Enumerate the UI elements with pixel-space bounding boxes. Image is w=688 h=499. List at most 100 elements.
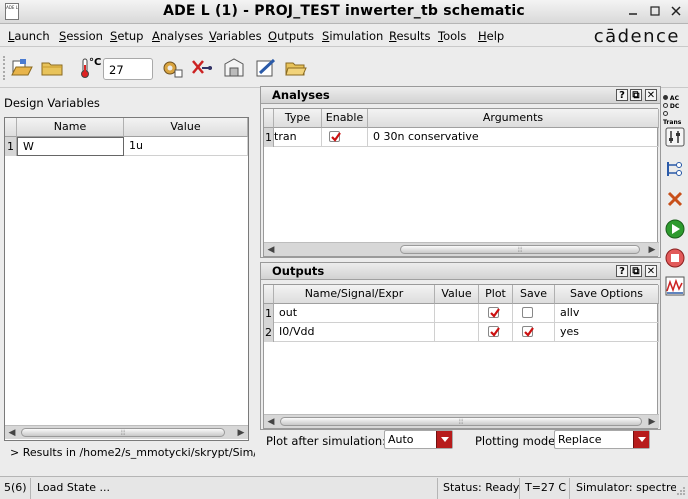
edit-icon[interactable] <box>254 57 278 79</box>
output-name-cell[interactable]: out <box>274 304 435 323</box>
help-icon[interactable]: ? <box>616 89 628 101</box>
load-state-icon[interactable] <box>40 57 64 79</box>
save-checkbox[interactable] <box>522 326 534 337</box>
chevron-down-icon[interactable] <box>633 431 649 448</box>
stop-simulation-icon[interactable] <box>665 248 685 268</box>
row-number[interactable]: 1 <box>264 304 274 323</box>
plot-checkbox[interactable] <box>488 326 500 337</box>
table-corner <box>264 285 274 304</box>
column-header-plot[interactable]: Plot <box>479 285 513 304</box>
analyses-scrollbar[interactable]: ◀ ⦙⦙⦙ ▶ <box>264 242 659 256</box>
toolbar: °C 27 <box>0 48 688 88</box>
netlist-icon[interactable] <box>665 159 685 179</box>
scroll-left-icon[interactable]: ◀ <box>264 416 278 428</box>
column-header-type[interactable]: Type <box>274 109 322 128</box>
output-plot-cell[interactable] <box>479 304 513 323</box>
output-name-cell[interactable]: I0/Vdd <box>274 323 435 342</box>
outputs-table[interactable]: Name/Signal/Expr Value Plot Save Save Op… <box>263 284 659 429</box>
variable-name-cell[interactable]: W <box>17 137 124 156</box>
menu-variables[interactable]: Variables <box>209 29 262 43</box>
outputs-title-bar[interactable]: Outputs ? ⧉ ✕ <box>261 263 660 280</box>
output-save-options-cell[interactable]: yes <box>555 323 659 342</box>
column-header-value[interactable]: Value <box>124 118 248 137</box>
column-header-name[interactable]: Name/Signal/Expr <box>274 285 435 304</box>
output-save-cell[interactable] <box>513 323 555 342</box>
help-icon[interactable]: ? <box>616 265 628 277</box>
menu-setup[interactable]: Setup <box>110 29 144 43</box>
scrollbar-thumb[interactable]: ⦙⦙⦙ <box>280 417 642 426</box>
tune-icon[interactable] <box>665 127 685 147</box>
scroll-right-icon[interactable]: ▶ <box>234 427 248 439</box>
enable-checkbox[interactable] <box>329 131 341 142</box>
open-folder-icon[interactable] <box>284 57 308 79</box>
save-checkbox[interactable] <box>522 307 533 318</box>
menu-simulation[interactable]: Simulation <box>322 29 383 43</box>
delete-icon[interactable] <box>665 189 685 209</box>
row-number[interactable]: 1 <box>5 137 17 156</box>
chevron-down-icon[interactable] <box>436 431 452 448</box>
temperature-input[interactable]: 27 <box>103 58 153 80</box>
output-plot-cell[interactable] <box>479 323 513 342</box>
minimize-icon[interactable] <box>626 4 640 18</box>
scrollbar-thumb[interactable]: ⦙⦙⦙ <box>21 428 225 437</box>
plot-checkbox[interactable] <box>488 307 500 318</box>
column-header-value[interactable]: Value <box>435 285 479 304</box>
toolbar-grip[interactable] <box>3 56 8 80</box>
analysis-enable-cell[interactable] <box>322 128 368 147</box>
column-header-arguments[interactable]: Arguments <box>368 109 659 128</box>
close-panel-icon[interactable]: ✕ <box>645 265 657 277</box>
open-session-icon[interactable] <box>10 57 34 79</box>
scroll-left-icon[interactable]: ◀ <box>264 244 278 256</box>
close-panel-icon[interactable]: ✕ <box>645 89 657 101</box>
output-save-cell[interactable] <box>513 304 555 323</box>
close-icon[interactable] <box>669 4 683 18</box>
maximize-icon[interactable] <box>648 4 662 18</box>
plot-after-simulation-label: Plot after simulation: <box>266 434 387 448</box>
analyses-table[interactable]: Type Enable Arguments 1 tran 0 30n conse… <box>263 108 659 257</box>
menu-outputs[interactable]: Outputs <box>268 29 314 43</box>
radio-ac[interactable]: AC <box>663 95 688 103</box>
scroll-right-icon[interactable]: ▶ <box>645 244 659 256</box>
resize-grip[interactable] <box>677 485 687 497</box>
outputs-panel: Outputs ? ⧉ ✕ Name/Signal/Expr Value Plo… <box>260 262 661 430</box>
output-save-options-cell[interactable]: allv <box>555 304 659 323</box>
radio-dc[interactable]: DC <box>663 103 688 111</box>
float-icon[interactable]: ⧉ <box>630 89 642 101</box>
variable-value-cell[interactable]: 1u <box>124 137 248 156</box>
edit-analyses-icon[interactable] <box>160 57 184 79</box>
analysis-type-cell[interactable]: tran <box>274 128 322 147</box>
design-variables-table[interactable]: Name Value 1 W 1u ◀ ⦙⦙⦙ ▶ <box>4 117 249 441</box>
analysis-arguments-cell[interactable]: 0 30n conservative <box>368 128 659 147</box>
output-value-cell[interactable] <box>435 304 479 323</box>
outputs-scrollbar[interactable]: ◀ ⦙⦙⦙ ▶ <box>264 414 659 428</box>
output-value-cell[interactable] <box>435 323 479 342</box>
plot-outputs-icon[interactable] <box>665 276 685 296</box>
design-variables-scrollbar[interactable]: ◀ ⦙⦙⦙ ▶ <box>5 425 248 439</box>
row-number[interactable]: 2 <box>264 323 274 342</box>
menu-session[interactable]: Session <box>59 29 103 43</box>
radio-trans[interactable]: Trans <box>663 111 688 127</box>
menu-results[interactable]: Results <box>389 29 431 43</box>
select-on-schematic-icon[interactable] <box>190 57 214 79</box>
run-simulation-icon[interactable] <box>665 219 685 239</box>
menu-tools[interactable]: Tools <box>438 29 466 43</box>
menu-launch[interactable]: Launch <box>8 29 50 43</box>
column-header-save-options[interactable]: Save Options <box>555 285 659 304</box>
save-state-icon[interactable] <box>222 57 246 79</box>
menu-help[interactable]: Help <box>478 29 504 43</box>
row-number[interactable]: 1 <box>264 128 274 147</box>
scroll-right-icon[interactable]: ▶ <box>645 416 659 428</box>
analyses-panel: Analyses ? ⧉ ✕ Type Enable Arguments 1 t… <box>260 86 661 258</box>
analyses-title-bar[interactable]: Analyses ? ⧉ ✕ <box>261 87 660 104</box>
column-header-save[interactable]: Save <box>513 285 555 304</box>
plotting-mode-select[interactable]: Replace <box>554 430 650 449</box>
plot-after-simulation-select[interactable]: Auto <box>384 430 453 449</box>
column-header-name[interactable]: Name <box>17 118 124 137</box>
menu-analyses[interactable]: Analyses <box>152 29 203 43</box>
analysis-radio-group[interactable]: AC DC Trans <box>663 95 688 127</box>
float-icon[interactable]: ⧉ <box>630 265 642 277</box>
status-message: Load State ... <box>31 478 438 499</box>
scrollbar-thumb[interactable]: ⦙⦙⦙ <box>400 245 640 254</box>
scroll-left-icon[interactable]: ◀ <box>5 427 19 439</box>
column-header-enable[interactable]: Enable <box>322 109 368 128</box>
